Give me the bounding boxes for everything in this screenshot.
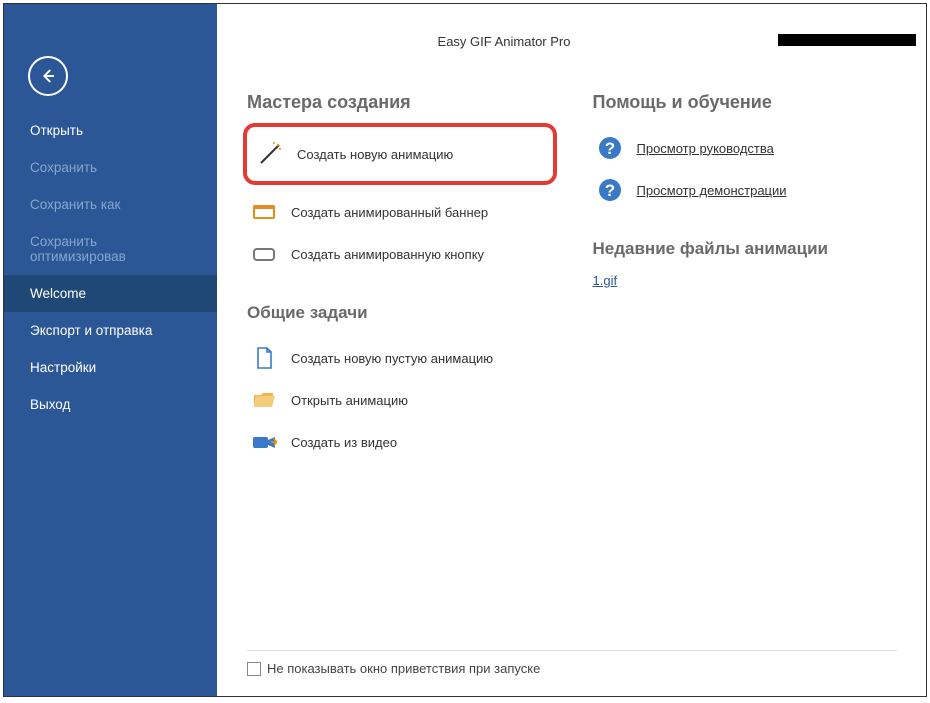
highlight-box: Создать новую анимацию xyxy=(243,123,557,185)
sidebar-item-save-as: Сохранить как xyxy=(4,186,217,223)
section-recent-title: Недавние файлы анимации xyxy=(593,239,899,259)
welcome-content: Мастера создания Создать новую анимацию … xyxy=(217,4,928,696)
sidebar-item-welcome[interactable]: Welcome xyxy=(4,275,217,312)
help-guide[interactable]: ? Просмотр руководства xyxy=(593,127,899,169)
wizard-new-animation[interactable]: Создать новую анимацию xyxy=(253,133,547,175)
button-icon xyxy=(251,241,277,267)
svg-text:?: ? xyxy=(604,139,614,158)
dont-show-label: Не показывать окно приветствия при запус… xyxy=(267,661,540,676)
dont-show-checkbox[interactable] xyxy=(247,662,261,676)
sidebar-item-save: Сохранить xyxy=(4,149,217,186)
video-icon xyxy=(251,429,277,455)
task-new-empty[interactable]: Создать новую пустую анимацию xyxy=(247,337,553,379)
sidebar-item-exit[interactable]: Выход xyxy=(4,386,217,423)
sidebar: Открыть Сохранить Сохранить как Сохранит… xyxy=(4,4,217,696)
sidebar-nav: Открыть Сохранить Сохранить как Сохранит… xyxy=(4,112,217,423)
sidebar-item-export[interactable]: Экспорт и отправка xyxy=(4,312,217,349)
wizard-new-banner-label: Создать анимированный баннер xyxy=(291,205,488,220)
sidebar-item-open[interactable]: Открыть xyxy=(4,112,217,149)
folder-open-icon xyxy=(251,387,277,413)
file-icon xyxy=(251,345,277,371)
wand-icon xyxy=(257,141,283,167)
help-icon: ? xyxy=(597,177,623,203)
task-from-video-label: Создать из видео xyxy=(291,435,397,450)
section-tasks-title: Общие задачи xyxy=(247,303,553,323)
task-from-video[interactable]: Создать из видео xyxy=(247,421,553,463)
wizard-new-button[interactable]: Создать анимированную кнопку xyxy=(247,233,553,275)
help-guide-label: Просмотр руководства xyxy=(637,141,774,156)
arrow-left-icon xyxy=(39,67,57,85)
sidebar-item-save-optimized: Сохранить оптимизировав xyxy=(4,223,217,275)
wizard-new-banner[interactable]: Создать анимированный баннер xyxy=(247,191,553,233)
divider xyxy=(247,650,897,651)
banner-icon xyxy=(251,199,277,225)
sidebar-item-settings[interactable]: Настройки xyxy=(4,349,217,386)
back-button[interactable] xyxy=(28,56,68,96)
help-icon: ? xyxy=(597,135,623,161)
help-demo[interactable]: ? Просмотр демонстрации xyxy=(593,169,899,211)
section-help-title: Помощь и обучение xyxy=(593,92,899,113)
wizard-new-animation-label: Создать новую анимацию xyxy=(297,147,453,162)
task-open-animation[interactable]: Открыть анимацию xyxy=(247,379,553,421)
task-new-empty-label: Создать новую пустую анимацию xyxy=(291,351,493,366)
recent-file-1[interactable]: 1.gif xyxy=(593,273,899,288)
wizard-new-button-label: Создать анимированную кнопку xyxy=(291,247,484,262)
svg-text:?: ? xyxy=(604,181,614,200)
task-open-animation-label: Открыть анимацию xyxy=(291,393,408,408)
app-window: Открыть Сохранить Сохранить как Сохранит… xyxy=(3,3,927,697)
section-wizards-title: Мастера создания xyxy=(247,92,553,113)
footer: Не показывать окно приветствия при запус… xyxy=(247,661,540,676)
help-demo-label: Просмотр демонстрации xyxy=(637,183,787,198)
